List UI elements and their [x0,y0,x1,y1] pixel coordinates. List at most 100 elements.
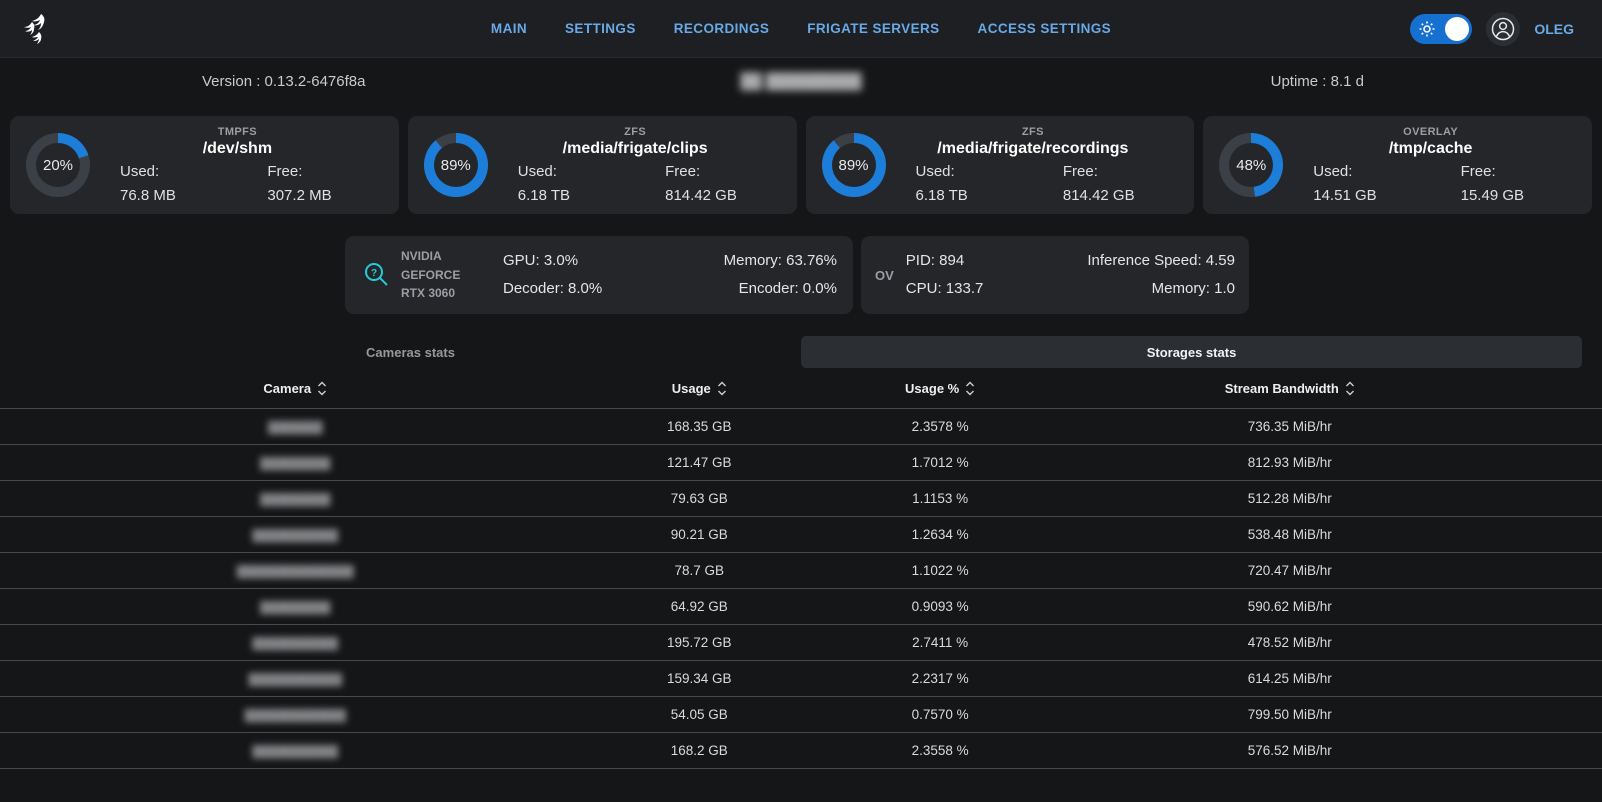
usage-pct-cell: 2.3578 % [808,419,1072,434]
mount-path: /dev/shm [90,140,385,158]
used-label: Used: [886,163,1033,180]
free-label: Free: [1431,163,1578,180]
info-bar: Version : 0.13.2-6476f8a ██ █████████ Up… [0,58,1602,104]
usage-pct-cell: 2.2317 % [808,671,1072,686]
bandwidth-cell: 576.52 MiB/hr [1072,743,1507,758]
column-label: Usage % [905,381,959,396]
nav-link-access-settings[interactable]: ACCESS SETTINGS [978,21,1112,36]
svg-text:?: ? [371,268,377,279]
storage-card-body: OVERLAY /tmp/cache Used: Free: 14.51 GB … [1283,126,1578,204]
table-row: ███████ 168.35 GB 2.3578 % 736.35 MiB/hr [0,408,1602,444]
usage-cell: 159.34 GB [591,671,809,686]
camera-name-blurred: █████████ [260,494,330,506]
fs-type: ZFS [886,126,1181,138]
usage-cell: 168.35 GB [591,419,809,434]
table-row: ███████████ 90.21 GB 1.2634 % 538.48 MiB… [0,516,1602,552]
table-header: Camera Usage Usage % Stream Bandwidth [0,368,1602,408]
user-name[interactable]: OLEG [1534,21,1574,37]
column-label: Stream Bandwidth [1225,381,1339,396]
camera-name-blurred: █████████ [260,602,330,614]
usage-cell: 168.2 GB [591,743,809,758]
donut-chart: 48% [1219,133,1283,197]
bandwidth-cell: 736.35 MiB/hr [1072,419,1507,434]
camera-name-blurred: ███████████ [252,530,338,542]
gpu-memory: Memory: 63.76% [724,247,837,275]
usage-pct-cell: 2.3558 % [808,743,1072,758]
used-value: 6.18 TB [488,187,635,204]
gpu-encoder: Encoder: 0.0% [724,275,837,303]
nav-link-recordings[interactable]: RECORDINGS [674,21,770,36]
table-row: █████████████ 54.05 GB 0.7570 % 799.50 M… [0,696,1602,732]
detector-memory: Memory: 1.0 [1087,275,1235,303]
frigate-logo[interactable] [14,8,56,50]
usage-pct-cell: 1.7012 % [808,455,1072,470]
table-row: ███████████ 195.72 GB 2.7411 % 478.52 Mi… [0,624,1602,660]
detector-inference-speed: Inference Speed: 4.59 [1087,247,1235,275]
gpu-usage: GPU: 3.0% [503,247,602,275]
theme-toggle[interactable] [1410,14,1472,44]
column-header-usage-pct[interactable]: Usage % [808,380,1072,397]
table-row: █████████ 121.47 GB 1.7012 % 812.93 MiB/… [0,444,1602,480]
bandwidth-cell: 812.93 MiB/hr [1072,455,1507,470]
column-header-bandwidth[interactable]: Stream Bandwidth [1072,380,1507,397]
sort-chevrons-icon [317,380,327,397]
frigate-birds-icon [14,8,56,50]
used-value: 6.18 TB [886,187,1033,204]
free-value: 814.42 GB [1033,187,1180,204]
mount-path: /tmp/cache [1283,140,1578,158]
storage-card-tmp-cache: 48% OVERLAY /tmp/cache Used: Free: 14.51… [1203,116,1592,214]
bandwidth-cell: 478.52 MiB/hr [1072,635,1507,650]
column-header-camera[interactable]: Camera [0,380,591,397]
toggle-knob [1445,17,1469,41]
free-value: 307.2 MB [237,187,384,204]
donut-percent: 48% [1219,133,1283,197]
detector-pid: PID: 894 [906,247,984,275]
storage-card-body: ZFS /media/frigate/clips Used: Free: 6.1… [488,126,783,204]
free-label: Free: [635,163,782,180]
user-avatar-button[interactable] [1486,12,1520,46]
nav-link-frigate-servers[interactable]: FRIGATE SERVERS [807,21,939,36]
free-value: 814.42 GB [635,187,782,204]
tab-cameras-stats[interactable]: Cameras stats [20,336,801,368]
detector-card: OV PID: 894 CPU: 133.7 Inference Speed: … [861,236,1249,314]
nav-link-settings[interactable]: SETTINGS [565,21,636,36]
nav-link-main[interactable]: MAIN [491,21,527,36]
usage-cell: 79.63 GB [591,491,809,506]
detector-stats-right: Inference Speed: 4.59 Memory: 1.0 [1087,247,1235,303]
usage-cell: 195.72 GB [591,635,809,650]
table-body: ███████ 168.35 GB 2.3578 % 736.35 MiB/hr… [0,408,1602,769]
mount-path: /media/frigate/clips [488,140,783,158]
mount-path: /media/frigate/recordings [886,140,1181,158]
camera-name-blurred: ███████ [268,422,323,434]
process-stats-row: ? NVIDIA GEFORCE RTX 3060 GPU: 3.0% Deco… [10,236,1592,314]
detector-stats-left: PID: 894 CPU: 133.7 [906,247,984,303]
storage-cards: 20% TMPFS /dev/shm Used: Free: 76.8 MB 3… [10,116,1592,214]
uptime-text: Uptime : 8.1 d [1271,73,1364,90]
usage-cell: 54.05 GB [591,707,809,722]
top-nav: MAIN SETTINGS RECORDINGS FRIGATE SERVERS… [0,0,1602,58]
donut-chart: 89% [822,133,886,197]
camera-name-blurred: █████████████ [245,710,346,722]
free-label: Free: [237,163,384,180]
sort-chevrons-icon [717,380,727,397]
tab-storages-stats[interactable]: Storages stats [801,336,1582,368]
column-label: Camera [263,381,311,396]
usage-pct-cell: 1.1022 % [808,563,1072,578]
fs-type: OVERLAY [1283,126,1578,138]
gpu-stats-left: GPU: 3.0% Decoder: 8.0% [503,247,602,303]
person-circle-icon [1490,16,1516,42]
donut-percent: 89% [424,133,488,197]
usage-cell: 121.47 GB [591,455,809,470]
table-row: █████████ 64.92 GB 0.9093 % 590.62 MiB/h… [0,588,1602,624]
table-row: ███████████ 168.2 GB 2.3558 % 576.52 MiB… [0,732,1602,768]
table-row: ███████████████ 78.7 GB 1.1022 % 720.47 … [0,552,1602,588]
used-value: 14.51 GB [1283,187,1430,204]
gpu-name: NVIDIA GEFORCE RTX 3060 [401,247,503,303]
gpu-stats-right: Memory: 63.76% Encoder: 0.0% [724,247,837,303]
used-label: Used: [488,163,635,180]
camera-name-blurred: ███████████████ [237,566,354,578]
column-header-usage[interactable]: Usage [591,380,809,397]
camera-name-blurred: ███████████ [252,746,338,758]
table-row: ████████████ 159.34 GB 2.2317 % 614.25 M… [0,660,1602,696]
usage-pct-cell: 2.7411 % [808,635,1072,650]
